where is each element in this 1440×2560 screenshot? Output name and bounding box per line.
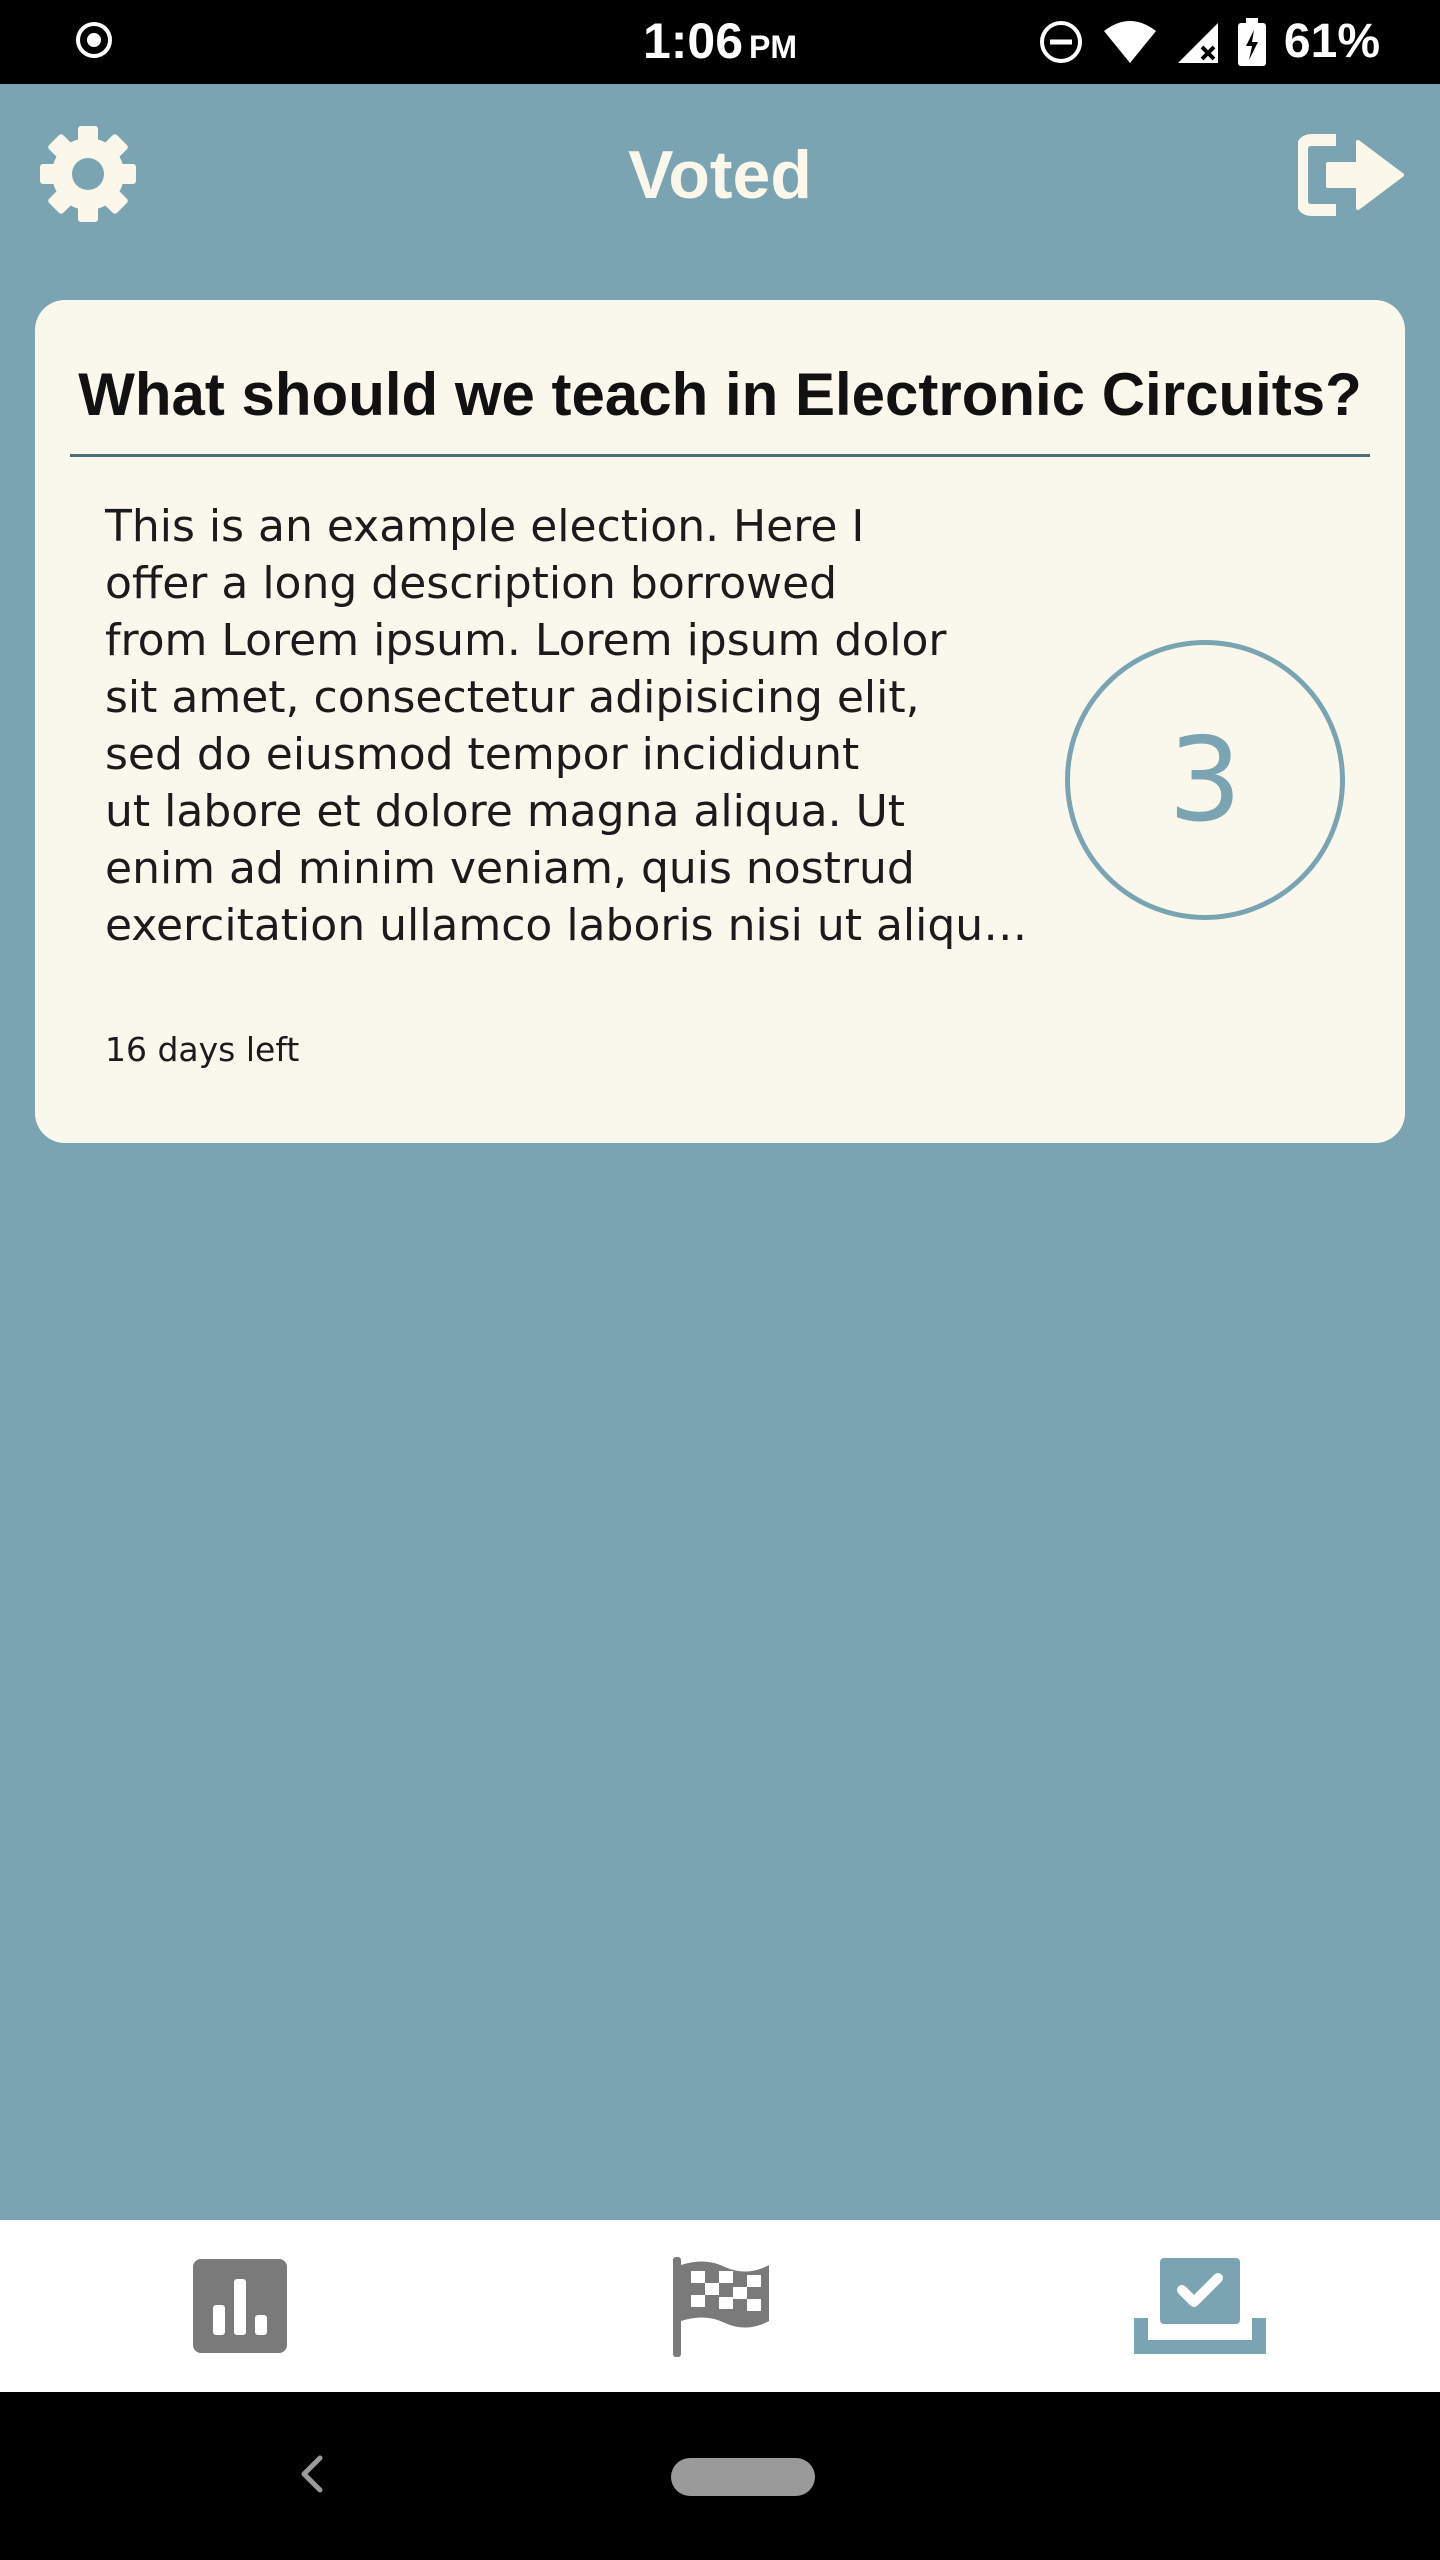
battery-percent: 61% [1283,15,1380,68]
description-line: offer a long description borrowed [105,558,838,609]
election-description: This is an example election. Here I offe… [105,498,1049,954]
tab-elections[interactable] [600,2220,840,2392]
back-icon[interactable] [290,2444,330,2504]
do-not-disturb-icon [1039,21,1082,63]
page-title: Voted [628,137,812,213]
description-line: from Lorem ipsum. Lorem ipsum dolor [105,615,947,666]
title-divider [70,454,1370,457]
home-pill-button[interactable] [671,2458,815,2496]
bottom-tab-bar [0,2220,1440,2392]
description-line: ut labore et dolore magna aliqua. Ut [105,786,906,837]
wifi-icon [1103,21,1156,63]
description-line: sed do eiusmod tempor incididunt [105,729,860,780]
bar-chart-icon [193,2259,287,2353]
tab-voted[interactable] [1080,2220,1320,2392]
logout-icon[interactable] [1298,130,1406,220]
battery-charging-icon [1237,18,1266,66]
description-line: sit amet, consectetur adipisicing elit, [105,672,920,723]
status-time-value: 1:06 [642,13,744,69]
signal-icon [1177,23,1218,63]
description-line: exercitation ullamco laboris nisi ut ali… [105,900,1028,951]
election-title: What should we teach in Electronic Circu… [78,361,1362,428]
status-icons: 61% [1038,14,1380,70]
status-ampm: PM [749,29,798,65]
vote-count-badge: 3 [1065,640,1345,920]
tab-results[interactable] [120,2220,360,2392]
election-card[interactable]: What should we teach in Electronic Circu… [35,300,1405,1143]
checkered-flag-icon [673,2257,769,2357]
days-left-label: 16 days left [105,1030,300,1069]
ballot-box-check-icon [1134,2258,1266,2354]
vote-count: 3 [1168,712,1242,848]
description-line: enim ad minim veniam, quis nostrud [105,843,915,894]
status-bar: 1:06 PM 61% [0,0,1440,84]
description-line: This is an example election. Here I [105,501,865,552]
